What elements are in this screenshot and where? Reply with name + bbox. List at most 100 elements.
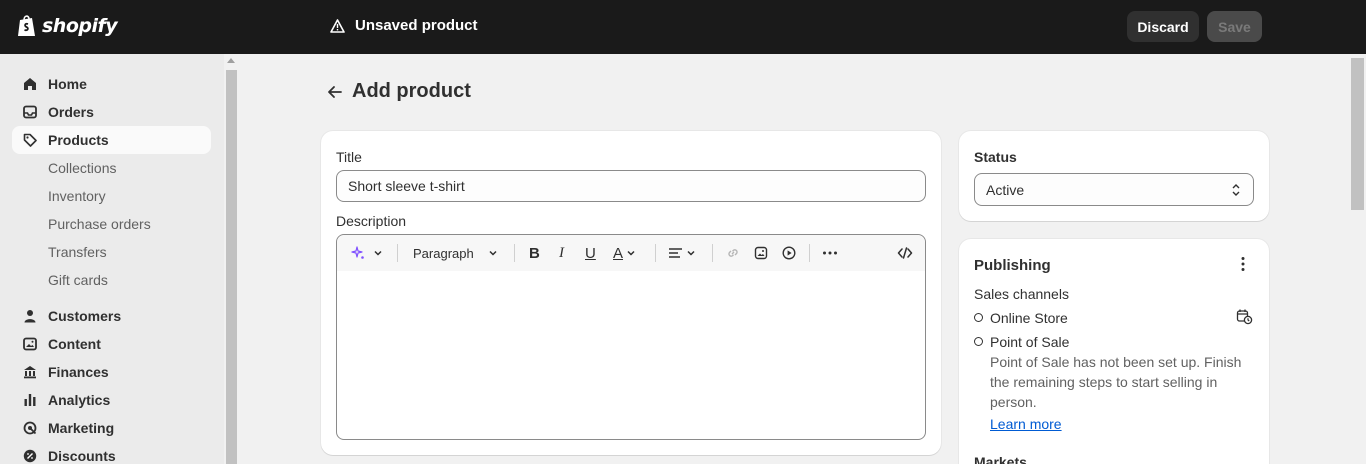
status-card: Status Active — [959, 131, 1269, 221]
sidebar: Home Orders Products Collections Invento… — [0, 54, 224, 464]
shopify-logo[interactable]: shopify — [16, 14, 118, 38]
bank-icon — [22, 364, 38, 380]
status-select[interactable]: Active — [974, 173, 1254, 206]
shopify-bag-icon — [18, 15, 35, 36]
text-color-icon: A — [613, 244, 624, 262]
sidebar-subitem-gift-cards[interactable]: Gift cards — [48, 272, 108, 288]
sparkle-icon — [351, 246, 364, 259]
markets-label: Markets — [974, 454, 1027, 464]
sidebar-subitem-collections[interactable]: Collections — [48, 160, 116, 176]
pos-setup-note: Point of Sale has not been set up. Finis… — [990, 354, 1242, 410]
italic-icon: I — [559, 244, 564, 261]
channel-point-of-sale: Point of Sale — [990, 334, 1070, 350]
description-editor[interactable]: Paragraph B I U A — [336, 234, 926, 440]
bold-button[interactable]: B — [529, 243, 540, 263]
sidebar-subitem-purchase-orders[interactable]: Purchase orders — [48, 216, 151, 232]
sidebar-item-discounts[interactable]: Discounts — [12, 442, 211, 464]
discard-button[interactable]: Discard — [1127, 11, 1199, 42]
image-icon — [754, 246, 768, 260]
learn-more-link[interactable]: Learn more — [990, 416, 1062, 432]
more-formatting-button[interactable] — [822, 243, 838, 263]
product-details-card: Title Short sleeve t-shirt Description P… — [321, 131, 941, 455]
sidebar-item-label: Orders — [48, 104, 94, 120]
toolbar-divider — [397, 244, 398, 262]
sales-channels-label: Sales channels — [974, 286, 1069, 302]
magic-ai-button[interactable] — [351, 243, 383, 263]
sidebar-item-label: Discounts — [48, 448, 116, 464]
insert-video-button[interactable] — [782, 243, 796, 263]
play-circle-icon — [782, 246, 796, 260]
link-icon — [728, 249, 738, 257]
sidebar-item-customers[interactable]: Customers — [12, 302, 211, 330]
select-chevrons-icon — [1232, 184, 1240, 196]
publishing-card: Publishing Sales channels Online Store P… — [959, 239, 1269, 464]
target-icon — [22, 420, 38, 436]
sidebar-item-finances[interactable]: Finances — [12, 358, 211, 386]
discount-icon — [22, 448, 38, 464]
sidebar-item-label: Analytics — [48, 392, 111, 408]
unsaved-label: Unsaved product — [355, 17, 478, 34]
calendar-clock-icon[interactable] — [1236, 308, 1253, 325]
description-label: Description — [336, 213, 407, 229]
sidebar-scroll-up-icon[interactable] — [227, 58, 235, 63]
more-vertical-icon[interactable] — [1236, 256, 1250, 272]
paragraph-format-select[interactable]: Paragraph — [413, 243, 498, 263]
channel-online-store: Online Store — [990, 310, 1068, 326]
page-scrollbar-thumb[interactable] — [1351, 58, 1364, 210]
channel-radio-point-of-sale[interactable] — [974, 337, 983, 346]
status-select-value: Active — [986, 181, 1025, 198]
person-icon — [22, 308, 38, 324]
underline-icon: U — [585, 244, 596, 262]
sidebar-item-label: Home — [48, 76, 87, 92]
sidebar-item-label: Marketing — [48, 420, 115, 436]
publishing-title: Publishing — [974, 257, 1051, 274]
toolbar-divider — [809, 244, 810, 262]
title-label: Title — [336, 149, 362, 165]
align-left-icon — [669, 248, 682, 258]
code-icon — [897, 247, 913, 259]
toolbar-divider — [712, 244, 713, 262]
more-horizontal-icon — [823, 251, 837, 255]
tag-icon — [22, 132, 38, 148]
sidebar-subitem-transfers[interactable]: Transfers — [48, 244, 107, 260]
page-title: Add product — [352, 80, 471, 102]
chevron-down-icon — [374, 250, 382, 256]
text-color-button[interactable]: A — [613, 243, 636, 263]
title-input[interactable]: Short sleeve t-shirt — [336, 170, 926, 202]
underline-button[interactable]: U — [585, 243, 596, 263]
sidebar-item-analytics[interactable]: Analytics — [12, 386, 211, 414]
unsaved-indicator: Unsaved product — [330, 17, 478, 34]
bold-icon: B — [529, 244, 540, 262]
sidebar-item-marketing[interactable]: Marketing — [12, 414, 211, 442]
sidebar-item-orders[interactable]: Orders — [12, 98, 211, 126]
sidebar-scrollbar-thumb[interactable] — [226, 70, 237, 464]
toolbar-divider — [655, 244, 656, 262]
sidebar-item-label: Finances — [48, 364, 109, 380]
sidebar-item-content[interactable]: Content — [12, 330, 211, 358]
align-button[interactable] — [668, 243, 696, 263]
bar-chart-icon — [22, 392, 38, 408]
top-bar: shopify Unsaved product Discard Save — [0, 0, 1366, 54]
insert-image-button[interactable] — [754, 243, 768, 263]
inbox-icon — [22, 104, 38, 120]
brand-name: shopify — [42, 15, 118, 37]
editor-toolbar: Paragraph B I U A — [337, 235, 925, 271]
link-button[interactable] — [726, 243, 740, 263]
chevron-down-icon — [687, 250, 695, 256]
sidebar-subitem-inventory[interactable]: Inventory — [48, 188, 106, 204]
sidebar-item-products[interactable]: Products — [12, 126, 211, 154]
warning-icon — [330, 18, 345, 33]
toolbar-divider — [514, 244, 515, 262]
save-button[interactable]: Save — [1207, 11, 1262, 42]
sidebar-item-home[interactable]: Home — [12, 70, 211, 98]
paragraph-label: Paragraph — [413, 245, 474, 261]
chevron-down-icon — [627, 250, 635, 256]
html-source-button[interactable] — [897, 243, 913, 263]
back-arrow-icon[interactable] — [326, 83, 344, 101]
sidebar-item-label: Customers — [48, 308, 122, 324]
status-title: Status — [974, 149, 1017, 165]
sidebar-item-label: Content — [48, 336, 101, 352]
home-icon — [22, 76, 38, 92]
italic-button[interactable]: I — [559, 243, 564, 263]
channel-radio-online-store[interactable] — [974, 313, 983, 322]
